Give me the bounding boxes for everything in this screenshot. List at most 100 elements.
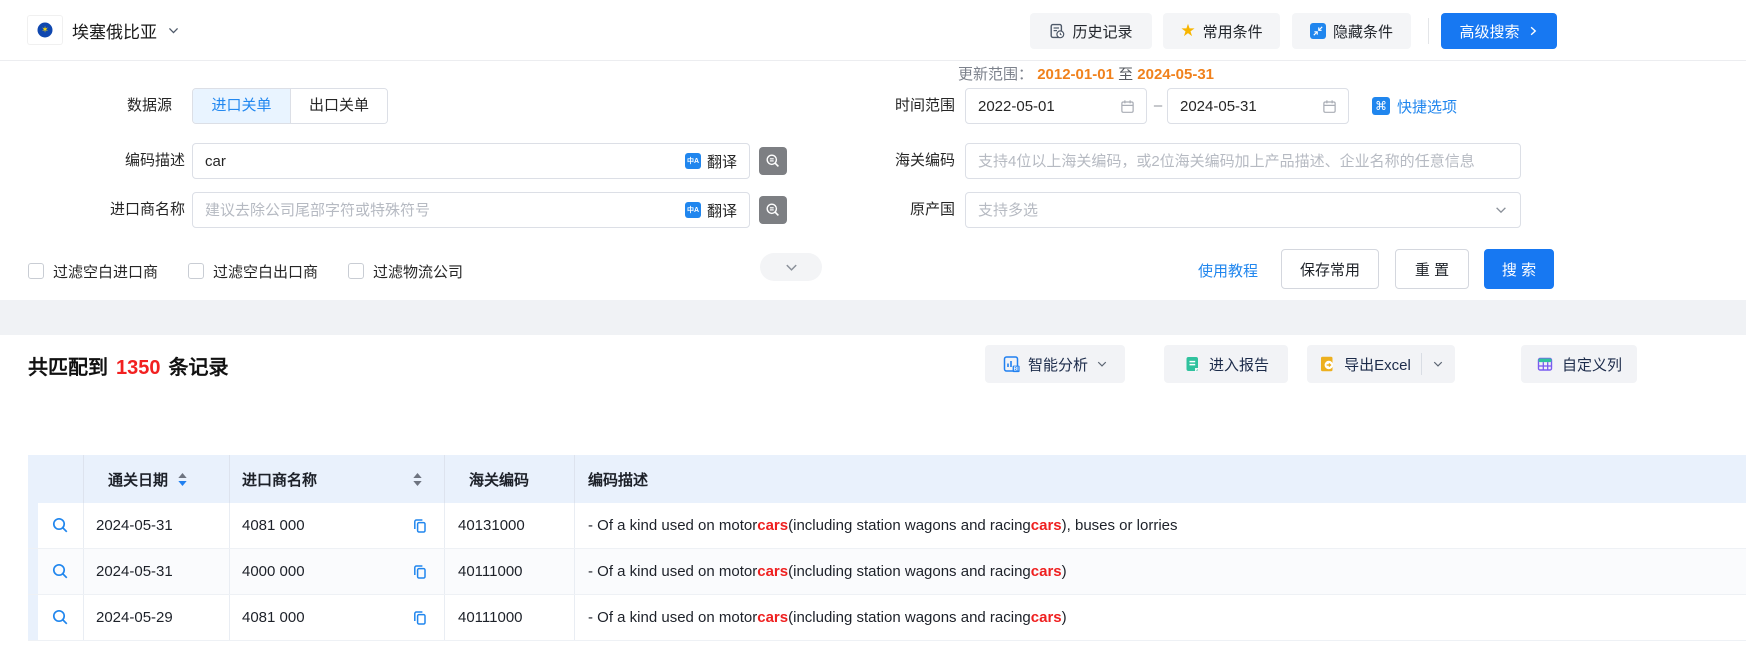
tab-import-declarations[interactable]: 进口关单 bbox=[193, 89, 290, 123]
start-date-value[interactable] bbox=[966, 89, 1120, 123]
filter-label: 过滤物流公司 bbox=[373, 261, 463, 282]
custom-columns-button[interactable]: 自定义列 bbox=[1521, 345, 1637, 383]
filter-label: 过滤空白出口商 bbox=[213, 261, 318, 282]
topbar: ✶ 埃塞俄比亚 历史记录 ★ 常用条件 bbox=[0, 0, 1746, 61]
calendar-icon bbox=[1322, 99, 1337, 114]
origin-country-value[interactable] bbox=[966, 193, 1494, 227]
checkbox-icon[interactable] bbox=[188, 263, 204, 279]
exact-match-search-button[interactable] bbox=[759, 147, 787, 175]
code-description-input[interactable]: 中A 翻译 bbox=[192, 143, 750, 179]
header-detail-column bbox=[38, 455, 84, 503]
sort-control[interactable] bbox=[413, 473, 422, 486]
table-header-row: 通关日期 进口商名称 海关编码 编码描述 bbox=[28, 455, 1746, 503]
hs-code-input[interactable] bbox=[965, 143, 1521, 179]
checkbox-icon[interactable] bbox=[28, 263, 44, 279]
enter-report-button[interactable]: 进入报告 bbox=[1164, 345, 1288, 383]
expand-form-button[interactable] bbox=[760, 253, 822, 281]
topbar-divider bbox=[1428, 18, 1429, 44]
row-detail-cell bbox=[38, 595, 84, 640]
quick-options-label: 快捷选项 bbox=[1397, 96, 1457, 117]
copy-button[interactable] bbox=[412, 518, 428, 534]
advanced-search-button[interactable]: 高级搜索 bbox=[1441, 13, 1557, 49]
importer-name-input[interactable]: 中A 翻译 bbox=[192, 192, 750, 228]
command-icon: ⌘ bbox=[1372, 97, 1390, 115]
view-detail-button[interactable] bbox=[51, 608, 70, 627]
filter-blank-exporter-checkbox[interactable]: 过滤空白出口商 bbox=[188, 257, 318, 285]
chevron-down-icon bbox=[167, 24, 180, 37]
copy-button[interactable] bbox=[412, 610, 428, 626]
header-label: 海关编码 bbox=[469, 469, 529, 490]
tutorial-link[interactable]: 使用教程 bbox=[1198, 260, 1258, 281]
search-icon bbox=[51, 608, 70, 627]
smart-analysis-label: 智能分析 bbox=[1028, 354, 1088, 375]
importer-name-value: 4081 000 bbox=[242, 609, 305, 626]
search-form: 更新范围： 2012-01-01 至 2024-05-31 数据源 进口关单 出… bbox=[0, 61, 1746, 300]
table-row: 2024-05-31 4081 000 40131000 - Of a kind… bbox=[28, 503, 1746, 549]
translate-button[interactable]: 中A 翻译 bbox=[679, 144, 749, 178]
hide-conditions-label: 隐藏条件 bbox=[1333, 21, 1393, 42]
header-hs-code: 海关编码 bbox=[445, 455, 575, 503]
code-description-label: 编码描述 bbox=[80, 143, 185, 179]
sort-caret-down-icon[interactable] bbox=[413, 481, 422, 486]
table-row: 2024-05-31 4000 000 40111000 - Of a kind… bbox=[28, 549, 1746, 595]
row-detail-cell bbox=[38, 503, 84, 548]
search-equals-icon bbox=[765, 153, 781, 169]
sort-caret-down-icon[interactable] bbox=[178, 481, 187, 486]
checkbox-icon[interactable] bbox=[348, 263, 364, 279]
importer-name-value[interactable] bbox=[193, 193, 679, 227]
sort-caret-up-icon[interactable] bbox=[413, 473, 422, 478]
hs-code-cell: 40111000 bbox=[445, 595, 575, 640]
update-range: 更新范围： 2012-01-01 至 2024-05-31 bbox=[958, 63, 1214, 84]
collapse-icon bbox=[1310, 23, 1326, 39]
customs-search-page: ✶ 埃塞俄比亚 历史记录 ★ 常用条件 bbox=[0, 0, 1746, 646]
copy-button[interactable] bbox=[412, 564, 428, 580]
export-excel-button[interactable]: 导出Excel bbox=[1307, 345, 1455, 383]
row-detail-cell bbox=[38, 549, 84, 594]
clearance-date-cell: 2024-05-29 bbox=[84, 595, 230, 640]
translate-icon: 中A bbox=[685, 153, 701, 169]
chevron-down-icon bbox=[1494, 203, 1508, 217]
clearance-date-cell: 2024-05-31 bbox=[84, 549, 230, 594]
chevron-right-icon bbox=[1527, 25, 1539, 37]
importer-name-label: 进口商名称 bbox=[80, 192, 185, 228]
save-common-button[interactable]: 保存常用 bbox=[1281, 249, 1379, 289]
chevron-down-icon[interactable] bbox=[1432, 358, 1444, 370]
smart-analysis-button[interactable]: BI 智能分析 bbox=[985, 345, 1125, 383]
tab-export-declarations[interactable]: 出口关单 bbox=[290, 89, 387, 123]
reset-button[interactable]: 重 置 bbox=[1395, 249, 1469, 289]
code-description-value[interactable] bbox=[193, 144, 679, 178]
copy-icon bbox=[412, 610, 428, 626]
chevron-down-icon bbox=[784, 260, 799, 275]
end-date-value[interactable] bbox=[1168, 89, 1322, 123]
header-label: 通关日期 bbox=[108, 469, 168, 490]
header-clearance-date[interactable]: 通关日期 bbox=[84, 455, 230, 503]
origin-country-select[interactable] bbox=[965, 192, 1521, 228]
quick-options-link[interactable]: ⌘ 快捷选项 bbox=[1372, 88, 1457, 124]
favorites-button[interactable]: ★ 常用条件 bbox=[1163, 13, 1280, 49]
end-date-input[interactable] bbox=[1167, 88, 1349, 124]
filter-blank-importer-checkbox[interactable]: 过滤空白进口商 bbox=[28, 257, 158, 285]
export-excel-icon bbox=[1318, 355, 1336, 373]
hs-code-value[interactable] bbox=[966, 144, 1520, 178]
filter-logistics-checkbox[interactable]: 过滤物流公司 bbox=[348, 257, 463, 285]
table-row: 2024-05-29 4081 000 40111000 - Of a kind… bbox=[28, 595, 1746, 641]
search-button[interactable]: 搜 索 bbox=[1484, 249, 1554, 289]
row-gutter bbox=[28, 595, 38, 640]
view-detail-button[interactable] bbox=[51, 516, 70, 535]
header-importer-name[interactable]: 进口商名称 bbox=[230, 455, 445, 503]
country-name: 埃塞俄比亚 bbox=[72, 18, 157, 43]
sort-control[interactable] bbox=[178, 473, 187, 486]
history-button[interactable]: 历史记录 bbox=[1030, 13, 1152, 49]
data-source-label: 数据源 bbox=[80, 88, 172, 124]
view-detail-button[interactable] bbox=[51, 562, 70, 581]
hide-conditions-button[interactable]: 隐藏条件 bbox=[1292, 13, 1411, 49]
start-date-input[interactable] bbox=[965, 88, 1147, 124]
importer-name-value: 4081 000 bbox=[242, 517, 305, 534]
exact-match-search-button[interactable] bbox=[759, 196, 787, 224]
sort-caret-up-icon[interactable] bbox=[178, 473, 187, 478]
country-selector[interactable]: ✶ 埃塞俄比亚 bbox=[28, 0, 180, 60]
results-table: 通关日期 进口商名称 海关编码 编码描述 bbox=[28, 455, 1746, 641]
bi-analysis-icon: BI bbox=[1002, 355, 1020, 373]
translate-button[interactable]: 中A 翻译 bbox=[679, 193, 749, 227]
time-range-label: 时间范围 bbox=[863, 88, 955, 124]
